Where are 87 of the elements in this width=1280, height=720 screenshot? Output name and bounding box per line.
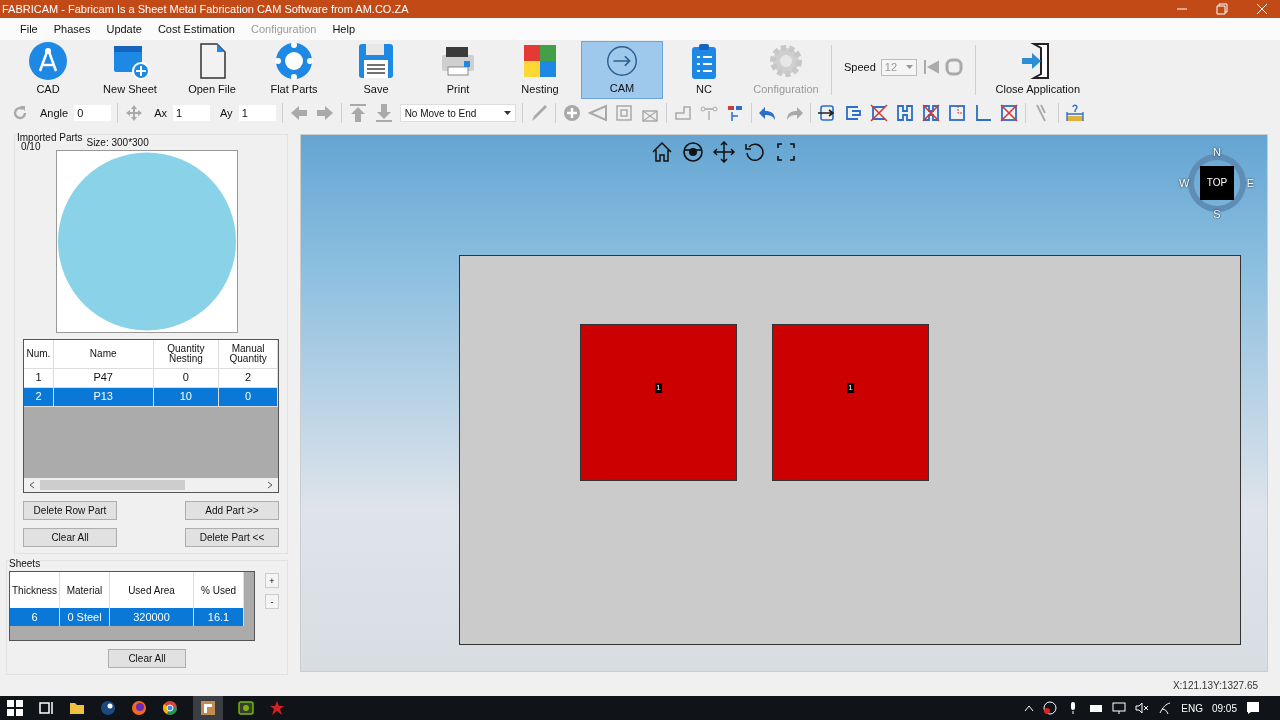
speed-label: Speed — [844, 61, 876, 73]
toolbar-button[interactable]: CAD — [7, 41, 89, 99]
move-mode-dropdown[interactable]: No Move to End — [399, 104, 516, 122]
toolbar-button[interactable]: NC — [663, 41, 745, 99]
nested-part[interactable]: 1 — [580, 324, 737, 481]
caret-icon — [905, 65, 913, 69]
table-row[interactable]: 6 0 Steel 320000 16.1 — [10, 608, 244, 626]
menu-item[interactable]: Help — [324, 23, 363, 35]
field-label: Ay — [220, 107, 233, 119]
compass-label: E — [1246, 177, 1254, 189]
column-header: Num. — [24, 340, 54, 368]
active-app-icon[interactable] — [193, 696, 223, 720]
browser-icon[interactable] — [162, 700, 178, 716]
star-icon[interactable] — [269, 700, 285, 716]
toolbar-button[interactable]: CAM — [581, 41, 663, 99]
pen-tray-icon[interactable] — [1158, 701, 1173, 715]
toolbar-button[interactable]: New Sheet — [89, 41, 171, 99]
rotate-view-icon[interactable] — [744, 141, 766, 163]
input-field[interactable]: 0 — [74, 105, 112, 121]
menu-item[interactable]: Update — [98, 23, 150, 35]
clock[interactable]: 09:05 — [1211, 702, 1237, 714]
scroll-left-icon[interactable] — [28, 481, 36, 489]
ring-icon — [274, 41, 314, 81]
menu-item[interactable]: Cost Estimation — [149, 23, 243, 35]
task-view-icon[interactable] — [38, 700, 54, 716]
part-action-button[interactable]: Add Part >> — [185, 501, 279, 520]
nested-part[interactable]: 1 — [772, 324, 929, 481]
toolbar-button[interactable]: Save — [335, 41, 417, 99]
input-field[interactable]: 1 — [238, 105, 276, 121]
crossed-bracket-icon[interactable] — [868, 103, 889, 123]
compass-icon — [28, 41, 68, 81]
windows-start-icon[interactable] — [7, 700, 23, 716]
caret-icon — [503, 111, 511, 115]
column-header: Name — [53, 340, 154, 368]
notification-icon[interactable] — [1246, 701, 1260, 715]
folder-icon[interactable] — [69, 700, 85, 716]
size-label: Size: 300*300 — [86, 137, 150, 148]
chevron-up-icon[interactable] — [1024, 704, 1035, 712]
table-row[interactable]: 2 P13 10 0 — [24, 388, 278, 407]
small-button[interactable]: - — [265, 594, 279, 609]
field-label: Angle — [40, 107, 69, 119]
cursor-coordinates: X:121.13Y:1327.65 — [1172, 679, 1258, 691]
table-row[interactable]: 1 P47 0 2 — [24, 369, 278, 388]
group-title: Imported Parts — [17, 132, 83, 143]
view-cube-face[interactable]: TOP — [1200, 166, 1234, 200]
group-title: Sheets — [9, 558, 41, 569]
toolbar-button[interactable]: Open File — [171, 41, 253, 99]
square-icon[interactable] — [946, 103, 967, 123]
part-action-button[interactable]: Delete Part << — [185, 528, 279, 547]
monitor-icon[interactable] — [1112, 701, 1127, 715]
scroll-thumb[interactable] — [40, 480, 185, 490]
column-header: Manual Quantity — [219, 340, 278, 368]
crossed-square-icon[interactable] — [998, 103, 1019, 123]
input-field[interactable]: 1 — [173, 105, 210, 121]
part-action-button[interactable]: Clear All — [23, 528, 117, 547]
chip-icon[interactable] — [238, 700, 254, 716]
globe-icon[interactable] — [1043, 701, 1058, 715]
compass-label: S — [1213, 208, 1221, 220]
close-icon[interactable] — [1256, 3, 1268, 15]
close-application-button[interactable]: Close Application — [987, 41, 1088, 99]
language-indicator[interactable]: ENG — [1181, 702, 1203, 714]
pan-arrows-icon[interactable] — [713, 141, 735, 163]
h-shape-icon[interactable] — [894, 103, 915, 123]
menu-item[interactable]: Phases — [45, 23, 99, 35]
home-icon[interactable] — [651, 141, 673, 163]
toolbar-button[interactable]: Flat Parts — [253, 41, 335, 99]
toolbar-button[interactable]: Print — [417, 41, 499, 99]
eye-icon[interactable] — [682, 141, 704, 163]
window-title: FABRICAM - Fabricam Is a Sheet Metal Fabrication CAM Software from AM.CO.ZA — [2, 3, 409, 15]
part-count: 0/10 — [21, 141, 41, 154]
muted-speaker-icon[interactable] — [1135, 701, 1150, 715]
toolbar-button[interactable]: Nesting — [499, 41, 581, 99]
fullscreen-icon[interactable] — [775, 141, 797, 163]
horizontal-scrollbar[interactable] — [24, 478, 278, 492]
ruler-help-icon[interactable] — [1064, 103, 1085, 123]
field-label: Ax — [154, 107, 167, 119]
view-compass[interactable]: N W TOP E S — [1179, 145, 1255, 221]
column-header: Quantity Nesting — [153, 340, 220, 368]
scroll-right-icon[interactable] — [266, 481, 274, 489]
small-button[interactable]: + — [265, 573, 279, 588]
part-action-button[interactable]: Delete Row Part — [23, 501, 117, 520]
menu-item[interactable]: File — [12, 23, 46, 35]
clear-all-button[interactable]: Clear All — [108, 649, 186, 668]
restore-icon[interactable] — [1216, 3, 1228, 15]
crossed-h-shape-icon[interactable] — [920, 103, 941, 123]
compass-label: N — [1213, 146, 1221, 158]
compass-label: W — [1179, 177, 1190, 189]
